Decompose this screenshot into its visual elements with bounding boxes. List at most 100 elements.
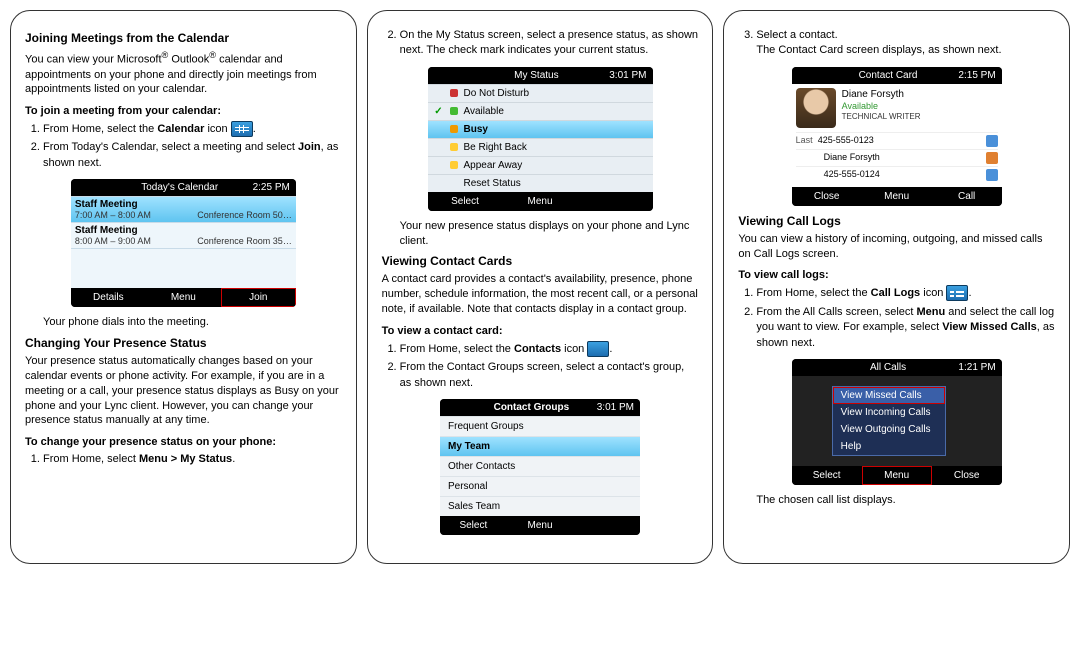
column-1: Joining Meetings from the Calendar You c… [10, 10, 357, 564]
card-top: Diane Forsyth Available TECHNICAL WRITER [792, 84, 1002, 132]
heading-call-logs: Viewing Call Logs [738, 214, 1055, 228]
row-label: Available [464, 106, 504, 117]
row-label: Be Right Back [464, 142, 527, 153]
contact-role: TECHNICAL WRITER [842, 112, 921, 122]
softkey-menu[interactable]: Menu [507, 516, 574, 535]
phone-icon [986, 169, 998, 181]
t: From the Contact Groups screen, select a… [400, 361, 685, 388]
phone-titlebar: My Status 3:01 PM [428, 67, 653, 84]
softkey-select[interactable]: Select [440, 516, 507, 535]
bold: Contacts [514, 343, 561, 355]
softkey-menu[interactable]: Menu [503, 192, 578, 211]
t: icon [561, 343, 587, 355]
softkey-details[interactable]: Details [71, 288, 146, 307]
line-label: Last [796, 135, 813, 145]
softkey-join[interactable]: Join [221, 288, 296, 307]
phone-title: Contact Card [818, 70, 959, 81]
row-loc: Conference Room 35… [197, 236, 292, 246]
avatar [796, 88, 836, 128]
card-rows: Last 425-555-0123 Diane Forsyth 425-555-… [792, 132, 1002, 187]
softkey-call[interactable]: Call [932, 187, 1002, 206]
bold: Menu > My Status [139, 453, 232, 465]
group-row[interactable]: My Team [440, 436, 640, 456]
t: From Home, select [43, 453, 139, 465]
menu-item-outgoing[interactable]: View Outgoing Calls [833, 421, 945, 438]
line-value: Diane Forsyth [796, 152, 880, 164]
menu-item-missed[interactable]: View Missed Calls [833, 387, 945, 404]
softkey-close[interactable]: Close [932, 466, 1002, 485]
heading-contact-cards: Viewing Contact Cards [382, 254, 699, 268]
t: icon [204, 123, 230, 135]
step-1: From Home, select the Call Logs icon . [756, 285, 1055, 301]
softkey-empty [573, 516, 640, 535]
group-row[interactable]: Frequent Groups [440, 416, 640, 436]
card-line[interactable]: Diane Forsyth [796, 149, 998, 166]
status-row[interactable]: ✓ Available [428, 102, 653, 120]
status-row[interactable]: Do Not Disturb [428, 84, 653, 102]
step-1: From Home, select the Contacts icon . [400, 341, 699, 357]
softkey-empty [578, 192, 653, 211]
row-label: Busy [464, 124, 488, 135]
row-title: Staff Meeting [75, 225, 292, 236]
contact-presence: Available [842, 101, 921, 113]
step-2: From Today's Calendar, select a meeting … [43, 140, 342, 171]
subhead-contact-card: To view a contact card: [382, 325, 699, 337]
status-body: Do Not Disturb ✓ Available Busy Be Right … [428, 84, 653, 192]
group-row[interactable]: Personal [440, 476, 640, 496]
after-join: Your phone dials into the meeting. [43, 315, 342, 330]
presence-away-icon [450, 161, 458, 169]
t: From Today's Calendar, select a meeting … [43, 141, 298, 153]
status-row[interactable]: Be Right Back [428, 138, 653, 156]
phone-title: My Status [464, 70, 610, 81]
step-2: On the My Status screen, select a presen… [400, 28, 699, 59]
softkey-menu[interactable]: Menu [862, 187, 932, 206]
para-call-logs: You can view a history of incoming, outg… [738, 232, 1055, 262]
presence-brb-icon [450, 143, 458, 151]
status-row[interactable]: Busy [428, 120, 653, 138]
group-row[interactable]: Sales Team [440, 496, 640, 516]
para-joining: You can view your Microsoft® Outlook® ca… [25, 49, 342, 97]
presence-available-icon [450, 107, 458, 115]
row-time: 7:00 AM – 8:00 AM [75, 210, 151, 220]
calendar-row[interactable]: Staff Meeting 7:00 AM – 8:00 AMConferenc… [71, 196, 296, 222]
step-3: Select a contact. The Contact Card scree… [756, 28, 1055, 59]
steps-presence-cont: On the My Status screen, select a presen… [382, 28, 699, 59]
softkey-menu[interactable]: Menu [146, 288, 221, 307]
line-value: 425-555-0124 [796, 169, 880, 181]
phone-time: 2:15 PM [958, 70, 995, 81]
check-icon: ✓ [434, 106, 444, 117]
group-row[interactable]: Other Contacts [440, 456, 640, 476]
calendar-row[interactable]: Staff Meeting 8:00 AM – 9:00 AMConferenc… [71, 222, 296, 248]
phone-time: 3:01 PM [597, 402, 634, 413]
column-3: Select a contact. The Contact Card scree… [723, 10, 1070, 564]
status-row[interactable]: Appear Away [428, 156, 653, 174]
card-line[interactable]: Last 425-555-0123 [796, 132, 998, 149]
presence-busy-icon [450, 125, 458, 133]
phone-title: All Calls [818, 362, 959, 373]
card-meta: Diane Forsyth Available TECHNICAL WRITER [842, 88, 921, 128]
steps-contact-card: From Home, select the Contacts icon . Fr… [382, 341, 699, 391]
softkey-menu[interactable]: Menu [862, 466, 932, 485]
status-row[interactable]: Reset Status [428, 174, 653, 192]
phone-time: 1:21 PM [958, 362, 995, 373]
softkey-select[interactable]: Select [792, 466, 862, 485]
softkey-select[interactable]: Select [428, 192, 503, 211]
card-line[interactable]: 425-555-0124 [796, 166, 998, 183]
menu-item-incoming[interactable]: View Incoming Calls [833, 404, 945, 421]
menu-item-help[interactable]: Help [833, 438, 945, 455]
t: From Home, select the [756, 287, 870, 299]
phone-calendar: Today's Calendar 2:25 PM Staff Meeting 7… [71, 179, 296, 307]
bold: Calendar [157, 123, 204, 135]
t: From Home, select the [43, 123, 157, 135]
contact-name: Diane Forsyth [842, 88, 921, 101]
phone-titlebar: All Calls 1:21 PM [792, 359, 1002, 376]
phone-titlebar: Contact Card 2:15 PM [792, 67, 1002, 84]
softkeys: Select Menu [440, 516, 640, 535]
softkey-close[interactable]: Close [792, 187, 862, 206]
subhead-call-logs: To view call logs: [738, 269, 1055, 281]
softkeys: Close Menu Call [792, 187, 1002, 206]
popup-menu: View Missed Calls View Incoming Calls Vi… [832, 386, 946, 456]
card-body: Diane Forsyth Available TECHNICAL WRITER… [792, 84, 1002, 187]
softkeys: Select Menu Close [792, 466, 1002, 485]
steps-join: From Home, select the Calendar icon . Fr… [25, 121, 342, 171]
